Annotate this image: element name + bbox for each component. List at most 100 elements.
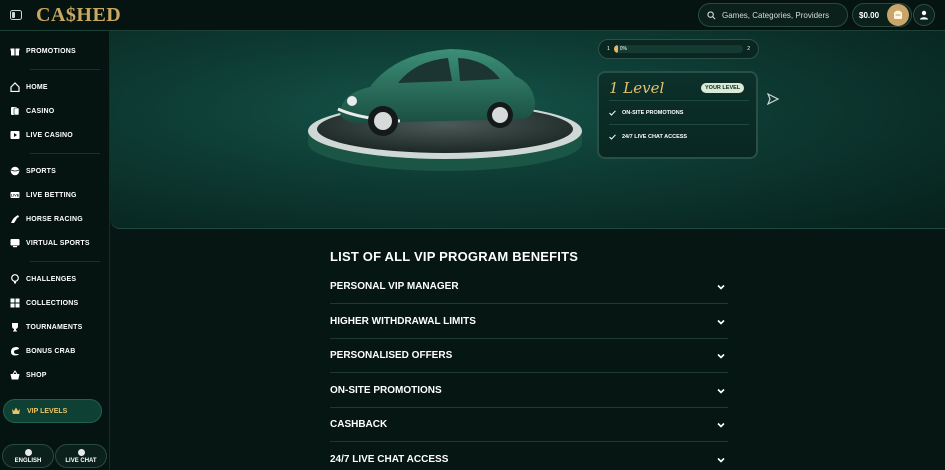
live-casino-icon — [10, 130, 20, 140]
chevron-down-icon — [717, 319, 725, 325]
level-benefit-label: 24/7 LIVE CHAT ACCESS — [622, 134, 688, 140]
sidebar-item-live-casino[interactable]: LIVE CASINO — [10, 127, 73, 143]
sidebar-divider — [30, 153, 100, 154]
user-icon — [920, 10, 928, 20]
sidebar-item-shop[interactable]: SHOP — [10, 367, 47, 383]
sidebar-item-sports[interactable]: SPORTS — [10, 163, 56, 179]
trophy-icon — [10, 322, 20, 332]
language-button[interactable]: ENGLISH — [2, 444, 54, 468]
sidebar-item-label: CHALLENGES — [26, 275, 77, 283]
benefit-accordion-label: PERSONAL VIP MANAGER — [330, 281, 459, 292]
benefit-accordion-label: ON-SITE PROMOTIONS — [330, 385, 442, 396]
sidebar-divider — [30, 69, 100, 70]
ball-icon — [10, 166, 20, 176]
virtual-sports-icon — [10, 238, 20, 248]
chat-bubble-icon — [77, 448, 85, 456]
card-divider — [609, 124, 749, 125]
live-chat-label: LIVE CHAT — [65, 457, 97, 464]
benefit-accordion-item[interactable]: 24/7 LIVE CHAT ACCESS — [330, 443, 728, 470]
collections-icon — [10, 298, 20, 308]
sidebar-item-label: LIVE CASINO — [26, 131, 73, 139]
sidebar-item-home[interactable]: HOME — [10, 79, 48, 95]
chevron-down-icon — [717, 388, 725, 394]
svg-text:LIVE: LIVE — [11, 194, 20, 198]
search-input[interactable] — [722, 10, 842, 20]
sidebar-item-promotions[interactable]: PROMOTIONS — [10, 43, 76, 59]
sidebar-item-bonus-crab[interactable]: BONUS CRAB — [10, 343, 75, 359]
home-icon — [10, 82, 20, 92]
level-benefit-item: 24/7 LIVE CHAT ACCESS — [609, 129, 749, 145]
cards-icon — [10, 106, 20, 116]
wallet-button[interactable] — [887, 4, 909, 26]
live-chat-button[interactable]: LIVE CHAT — [55, 444, 107, 468]
chevron-down-icon — [717, 457, 725, 463]
benefit-accordion-item[interactable]: HIGHER WITHDRAWAL LIMITS — [330, 305, 728, 339]
gift-icon — [10, 46, 20, 56]
current-level-card[interactable]: 1 Level YOUR LEVEL ON-SITE PROMOTIONS 24… — [597, 71, 758, 159]
sidebar-item-live-betting[interactable]: LIVE LIVE BETTING — [10, 187, 77, 203]
sidebar-item-horse-racing[interactable]: HORSE RACING — [10, 211, 83, 227]
sidebar-divider — [30, 261, 100, 262]
sidebar-item-label: TOURNAMENTS — [26, 323, 83, 331]
sidebar-item-tournaments[interactable]: TOURNAMENTS — [10, 319, 83, 335]
sidebar-item-label: SPORTS — [26, 167, 56, 175]
sidebar-item-virtual-sports[interactable]: VIRTUAL SPORTS — [10, 235, 90, 251]
sidebar-item-vip-levels[interactable]: VIP LEVELS — [3, 399, 102, 423]
progress-percent: 0% — [619, 46, 628, 52]
language-flag-icon — [24, 448, 32, 456]
sidebar-item-label: COLLECTIONS — [26, 299, 79, 307]
sidebar-item-label: LIVE BETTING — [26, 191, 77, 199]
top-header: CA$HED $0.00 — [0, 0, 945, 31]
search-icon — [707, 10, 716, 19]
horse-icon — [10, 214, 20, 224]
cashed-logo[interactable]: CA$HED — [36, 3, 121, 27]
car-illustration — [308, 49, 582, 171]
search-bar[interactable] — [698, 3, 848, 27]
chevron-down-icon — [717, 353, 725, 359]
card-divider — [609, 100, 749, 101]
vip-crown-icon — [11, 406, 21, 416]
benefit-accordion-label: CASHBACK — [330, 419, 388, 430]
progress-fill — [613, 45, 618, 53]
check-icon — [609, 110, 616, 116]
progress-start-level: 1 — [607, 46, 610, 52]
level-benefit-item: ON-SITE PROMOTIONS — [609, 105, 749, 121]
vip-hero-banner: 1 0% 2 1 Level YOUR LEVEL ON-SITE PROMOT… — [110, 31, 945, 229]
benefit-accordion-item[interactable]: PERSONAL VIP MANAGER — [330, 270, 728, 304]
benefit-accordion-item[interactable]: ON-SITE PROMOTIONS — [330, 374, 728, 408]
sidebar-item-label: BONUS CRAB — [26, 347, 76, 355]
sidebar-item-label: VIP LEVELS — [27, 407, 68, 415]
profile-button[interactable] — [913, 4, 935, 26]
language-label: ENGLISH — [14, 457, 42, 464]
next-level-arrow-icon[interactable] — [766, 93, 780, 105]
wallet-icon — [894, 10, 902, 19]
sidebar-item-challenges[interactable]: CHALLENGES — [10, 271, 76, 287]
benefit-accordion-label: 24/7 LIVE CHAT ACCESS — [330, 454, 449, 465]
level-title: 1 Level — [609, 79, 665, 97]
sidebar-item-label: SHOP — [26, 371, 47, 379]
level-progress-bar: 1 0% 2 — [598, 39, 759, 59]
sidebar-item-casino[interactable]: CASINO — [10, 103, 54, 119]
benefit-accordion-label: PERSONALISED OFFERS — [330, 350, 453, 361]
trophy-challenge-icon — [10, 274, 20, 284]
sidebar-item-label: HORSE RACING — [26, 215, 83, 223]
benefit-accordion-item[interactable]: CASHBACK — [330, 408, 728, 442]
crab-icon — [10, 346, 20, 356]
benefit-accordion-label: HIGHER WITHDRAWAL LIMITS — [330, 316, 476, 327]
progress-end-level: 2 — [747, 46, 750, 52]
progress-track: 0% — [613, 45, 744, 53]
sidebar: PROMOTIONS HOME CASINO LIVE CASINO SPORT… — [0, 31, 110, 470]
chevron-down-icon — [717, 284, 725, 290]
basket-icon — [10, 370, 20, 380]
benefit-accordion-item[interactable]: PERSONALISED OFFERS — [330, 339, 728, 373]
sidebar-item-label: VIRTUAL SPORTS — [26, 239, 90, 247]
benefits-section-title: LIST OF ALL VIP PROGRAM BENEFITS — [330, 249, 579, 264]
sidebar-item-label: HOME — [26, 83, 48, 91]
check-icon — [609, 134, 616, 140]
balance-value: $0.00 — [859, 10, 880, 20]
sidebar-toggle-icon[interactable] — [9, 9, 23, 21]
live-betting-icon: LIVE — [10, 190, 20, 200]
sidebar-item-collections[interactable]: COLLECTIONS — [10, 295, 78, 311]
your-level-badge: YOUR LEVEL — [701, 83, 745, 93]
sidebar-item-label: PROMOTIONS — [26, 47, 76, 55]
